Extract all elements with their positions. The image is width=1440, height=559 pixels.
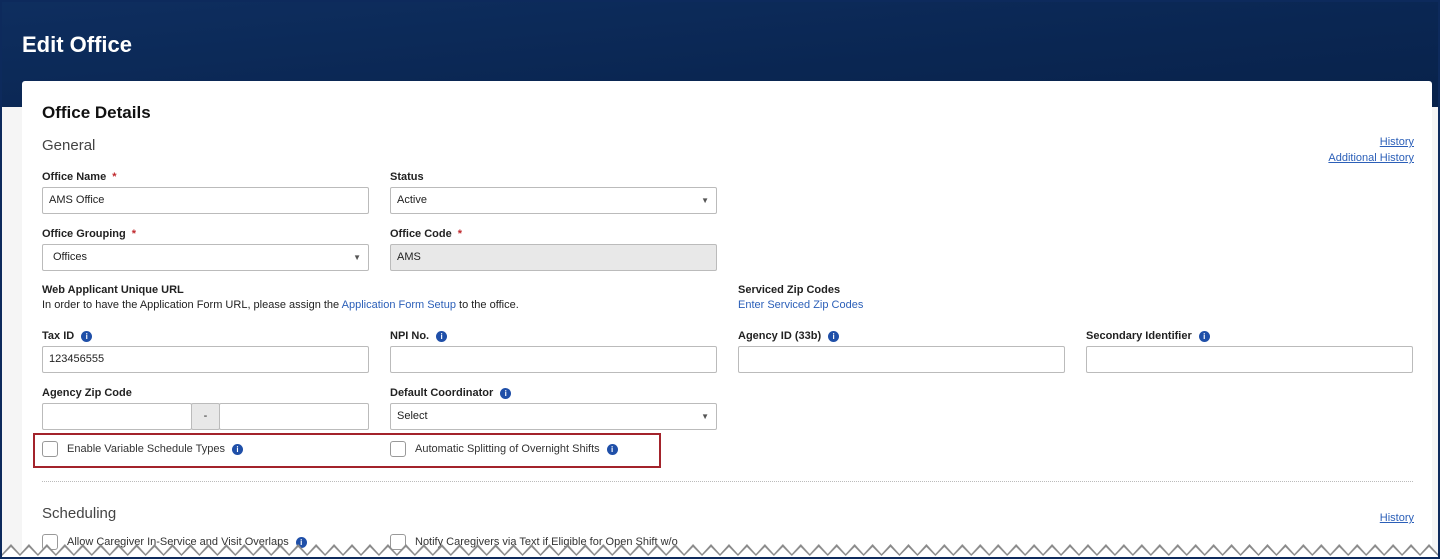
agency-id-input[interactable] <box>738 346 1065 373</box>
secondary-identifier-input[interactable] <box>1086 346 1413 373</box>
scheduling-history-link[interactable]: History <box>1380 512 1414 524</box>
info-icon[interactable]: i <box>500 387 512 399</box>
info-icon[interactable]: i <box>81 330 93 342</box>
info-icon[interactable]: i <box>606 443 618 455</box>
office-details-card: Office Details General History Additiona… <box>22 81 1432 557</box>
status-select[interactable]: Active ▼ <box>390 187 717 214</box>
tax-id-input[interactable]: 123456555 <box>42 346 369 373</box>
web-applicant-label: Web Applicant Unique URL <box>42 284 184 296</box>
section-general: General <box>42 137 96 154</box>
tax-id-label: Tax ID i <box>42 330 93 342</box>
window: Edit Office Office Details General Histo… <box>0 0 1440 559</box>
info-icon[interactable]: i <box>828 330 840 342</box>
secondary-identifier-label: Secondary Identifier i <box>1086 330 1210 342</box>
office-grouping-label: Office Grouping * <box>42 228 137 240</box>
application-form-setup-link[interactable]: Application Form Setup <box>342 299 456 311</box>
enable-variable-schedule-checkbox[interactable] <box>42 441 58 457</box>
default-coordinator-select[interactable]: Select ▼ <box>390 403 717 430</box>
agency-id-label: Agency ID (33b) i <box>738 330 840 342</box>
office-code-input: AMS <box>390 244 717 271</box>
npi-label: NPI No. i <box>390 330 448 342</box>
torn-edge <box>2 540 1438 557</box>
history-link[interactable]: History <box>1380 136 1414 148</box>
chevron-down-icon: ▼ <box>701 196 709 205</box>
info-icon[interactable]: i <box>436 330 448 342</box>
enable-variable-schedule-label: Enable Variable Schedule Types i <box>67 443 243 455</box>
auto-split-overnight-checkbox[interactable] <box>390 441 406 457</box>
agency-zip-input-1[interactable] <box>42 403 192 430</box>
info-icon[interactable]: i <box>1198 330 1210 342</box>
page-title: Edit Office <box>22 32 133 57</box>
info-icon[interactable]: i <box>231 443 243 455</box>
card-title: Office Details <box>42 103 151 122</box>
web-applicant-text: In order to have the Application Form UR… <box>42 299 519 311</box>
additional-history-link[interactable]: Additional History <box>1328 152 1414 164</box>
npi-input[interactable] <box>390 346 717 373</box>
office-name-label: Office Name * <box>42 171 117 183</box>
office-grouping-select[interactable]: Offices ▼ <box>42 244 369 271</box>
agency-zip-label: Agency Zip Code <box>42 387 132 399</box>
enter-serviced-zip-link[interactable]: Enter Serviced Zip Codes <box>738 299 863 311</box>
chevron-down-icon: ▼ <box>353 253 361 262</box>
section-divider <box>42 481 1413 482</box>
section-scheduling: Scheduling <box>42 505 117 522</box>
office-name-input[interactable]: AMS Office <box>42 187 369 214</box>
status-label: Status <box>390 171 424 183</box>
chevron-down-icon: ▼ <box>701 412 709 421</box>
default-coordinator-label: Default Coordinator i <box>390 387 512 399</box>
serviced-zip-label: Serviced Zip Codes <box>738 284 841 296</box>
zip-separator: - <box>191 403 220 430</box>
agency-zip-input-2[interactable] <box>219 403 369 430</box>
office-code-label: Office Code * <box>390 228 463 240</box>
auto-split-overnight-label: Automatic Splitting of Overnight Shifts i <box>415 443 618 455</box>
